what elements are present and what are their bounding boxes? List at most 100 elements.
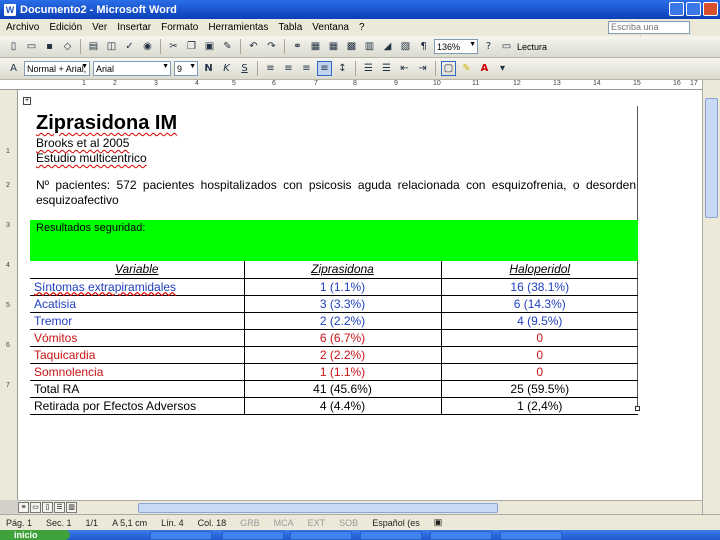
table-header-row: Variable Ziprasidona Haloperidol [30,261,638,279]
print-preview-icon[interactable]: ◫ [104,39,119,54]
ruler-tick: 7 [314,80,318,87]
redo-icon[interactable]: ↷ [264,39,279,54]
italic-icon[interactable]: K [219,61,234,76]
menu-ver[interactable]: Ver [92,22,107,33]
print-icon[interactable]: ▤ [86,39,101,54]
vruler-tick: 2 [6,182,10,189]
status-ext[interactable]: EXT [308,518,326,528]
bold-icon[interactable]: N [201,61,216,76]
columns-icon[interactable]: ▥ [362,39,377,54]
read-mode-icon[interactable]: ▭ [499,39,514,54]
minimize-button[interactable] [669,2,684,16]
insert-table-icon[interactable]: ▦ [326,39,341,54]
horizontal-ruler[interactable]: 1 2 3 4 5 6 7 8 9 10 11 12 13 14 15 16 1… [0,80,720,90]
menu-edicion[interactable]: Edición [49,22,82,33]
paste-icon[interactable]: ▣ [202,39,217,54]
spelling-icon[interactable]: ✓ [122,39,137,54]
zoom-select[interactable]: 136% ▼ [434,39,478,54]
font-color-icon[interactable]: A [477,61,492,76]
line-spacing-icon[interactable]: ↕ [335,61,350,76]
ruler-tick: 14 [593,80,601,87]
style-select[interactable]: Normal + Arial, ▼ [24,61,90,76]
align-center-icon[interactable]: ≡ [281,61,296,76]
menu-tabla[interactable]: Tabla [278,22,302,33]
permission-icon[interactable]: ◇ [60,39,75,54]
help-question-input[interactable]: Escriba una pregunta [608,21,690,43]
ruler-tick: 12 [513,80,521,87]
word-app-icon[interactable]: W [4,3,16,16]
font-select[interactable]: Arial ▼ [93,61,171,76]
text-box[interactable]: Ziprasidona IM Brooks et al 2005 Estudio… [30,106,640,415]
table-move-handle-icon[interactable]: + [23,97,31,105]
copy-icon[interactable]: ❐ [184,39,199,54]
menu-help[interactable]: ? [359,22,365,33]
cell-variable: Vómitos [30,329,245,347]
ruler-tick: 3 [154,80,158,87]
underline-icon[interactable]: S [237,61,252,76]
insert-excel-icon[interactable]: ▩ [344,39,359,54]
drawing-icon[interactable]: ◢ [380,39,395,54]
horizontal-scrollbar[interactable]: ≡ ▭ ▯ ☰ ▥ [18,500,702,514]
resize-handle[interactable] [635,406,640,411]
increase-indent-icon[interactable]: ⇥ [415,61,430,76]
border-icon[interactable]: ▢ [441,61,456,76]
ruler-tick: 13 [553,80,561,87]
help-icon[interactable]: ? [481,39,496,54]
cell-ziprasidona: 1 (1.1%) [244,278,442,296]
save-icon[interactable]: ▪ [42,39,57,54]
read-mode-label[interactable]: Lectura [517,42,547,52]
research-icon[interactable]: ◉ [140,39,155,54]
taskbar-button[interactable] [150,531,212,540]
numbering-icon[interactable]: ☰ [361,61,376,76]
show-hide-icon[interactable]: ¶ [416,39,431,54]
open-folder-icon[interactable]: ▭ [24,39,39,54]
header-haloperidol: Haloperidol [441,261,638,279]
justify-icon[interactable]: ≡ [317,61,332,76]
undo-icon[interactable]: ↶ [246,39,261,54]
toolbar-separator [80,39,81,54]
horizontal-scroll-thumb[interactable] [138,503,498,513]
highlight-icon[interactable]: ✎ [459,61,474,76]
status-rec[interactable]: GRB [240,518,260,528]
font-size-select[interactable]: 9 ▼ [174,61,198,76]
menu-ventana[interactable]: Ventana [312,22,349,33]
align-right-icon[interactable]: ≡ [299,61,314,76]
menu-formato[interactable]: Formato [161,22,198,33]
bullets-icon[interactable]: ☰ [379,61,394,76]
maximize-button[interactable] [686,2,701,16]
document-page[interactable]: + Ziprasidona IM Brooks et al 2005 Estud… [18,90,702,500]
new-document-icon[interactable]: ▯ [6,39,21,54]
cell-variable: Taquicardia [30,346,245,364]
vertical-ruler[interactable]: 1 2 3 4 5 6 7 [0,90,18,500]
taskbar-button[interactable] [430,531,492,540]
normal-view-icon[interactable]: ≡ [18,502,29,513]
cut-icon[interactable]: ✂ [166,39,181,54]
taskbar-button[interactable] [222,531,284,540]
hyperlink-icon[interactable]: ⚭ [290,39,305,54]
outline-view-icon[interactable]: ☰ [54,502,65,513]
decrease-indent-icon[interactable]: ⇤ [397,61,412,76]
styles-pane-icon[interactable]: A [6,61,21,76]
cell-haloperidol: 0 [441,346,638,364]
menu-insertar[interactable]: Insertar [117,22,151,33]
web-view-icon[interactable]: ▭ [30,502,41,513]
status-sob[interactable]: SOB [339,518,358,528]
vruler-tick: 3 [6,222,10,229]
taskbar-button[interactable] [290,531,352,540]
print-view-icon[interactable]: ▯ [42,502,53,513]
close-button[interactable] [703,2,718,16]
tables-borders-icon[interactable]: ▦ [308,39,323,54]
status-mca[interactable]: MCA [274,518,294,528]
taskbar-button[interactable] [360,531,422,540]
menu-herramientas[interactable]: Herramientas [208,22,268,33]
align-left-icon[interactable]: ≡ [263,61,278,76]
format-painter-icon[interactable]: ✎ [220,39,235,54]
start-button[interactable]: inicio [0,530,70,540]
taskbar-button[interactable] [500,531,562,540]
vertical-scrollbar[interactable] [702,80,720,514]
document-map-icon[interactable]: ▧ [398,39,413,54]
menu-archivo[interactable]: Archivo [6,22,39,33]
reading-view-icon[interactable]: ▥ [66,502,77,513]
vertical-scroll-thumb[interactable] [705,98,718,218]
toolbar-options-icon[interactable]: ▾ [495,61,510,76]
